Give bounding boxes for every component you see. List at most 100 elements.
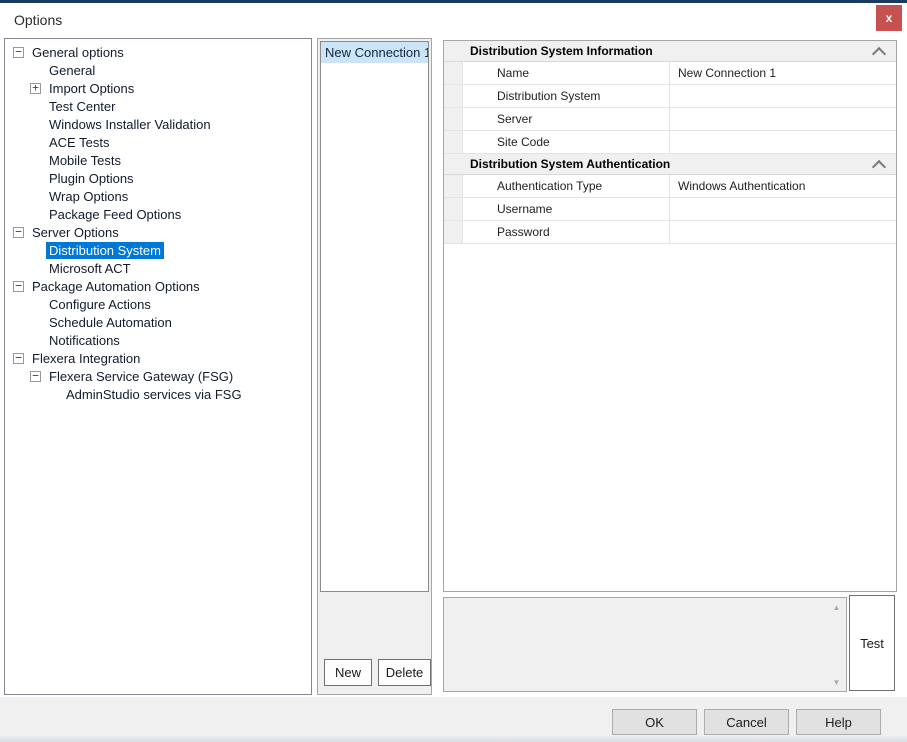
property-row-server: Server bbox=[444, 108, 896, 131]
message-scrollbar[interactable]: ▲ ▼ bbox=[828, 599, 845, 690]
test-result-box: ▲ ▼ bbox=[443, 597, 847, 692]
tree-item-label: Distribution System bbox=[46, 242, 164, 259]
tree-item-label: Import Options bbox=[46, 80, 137, 97]
collapse-box-icon[interactable]: − bbox=[30, 371, 41, 382]
row-margin bbox=[444, 221, 463, 243]
row-margin bbox=[444, 131, 463, 153]
tree-item-package-automation-options[interactable]: −Package Automation Options bbox=[5, 277, 311, 295]
property-row-distribution-system: Distribution System bbox=[444, 85, 896, 108]
window-bottom-edge bbox=[0, 736, 907, 742]
tree-item-distribution-system[interactable]: Distribution System bbox=[5, 241, 311, 259]
property-label: Server bbox=[463, 108, 670, 130]
tree-item-flexera-service-gateway-fsg[interactable]: −Flexera Service Gateway (FSG) bbox=[5, 367, 311, 385]
tree-item-label: Package Automation Options bbox=[29, 278, 203, 295]
tree-item-windows-installer-validation[interactable]: Windows Installer Validation bbox=[5, 115, 311, 133]
property-value-field[interactable] bbox=[670, 85, 896, 107]
property-value-field[interactable] bbox=[670, 131, 896, 153]
connections-panel: New Connection 1 New Delete bbox=[317, 38, 432, 695]
property-label: Site Code bbox=[463, 131, 670, 153]
row-margin bbox=[444, 85, 463, 107]
help-button[interactable]: Help bbox=[796, 709, 881, 735]
test-button[interactable]: Test bbox=[849, 595, 895, 691]
property-label: Name bbox=[463, 62, 670, 84]
row-margin bbox=[444, 175, 463, 197]
tree-item-notifications[interactable]: Notifications bbox=[5, 331, 311, 349]
tree-item-adminstudio-services-via-fsg[interactable]: AdminStudio services via FSG bbox=[5, 385, 311, 403]
options-tree[interactable]: −General optionsGeneral+Import OptionsTe… bbox=[4, 38, 312, 695]
scroll-up-icon[interactable]: ▲ bbox=[828, 599, 845, 615]
section-header-distribution-system-information[interactable]: Distribution System Information bbox=[444, 41, 896, 62]
tree-item-label: General options bbox=[29, 44, 127, 61]
scroll-down-icon[interactable]: ▼ bbox=[828, 674, 845, 690]
tree-item-import-options[interactable]: + Import Options bbox=[5, 79, 311, 97]
collapse-box-icon[interactable]: − bbox=[13, 281, 24, 292]
row-margin bbox=[444, 198, 463, 220]
tree-item-label: Server Options bbox=[29, 224, 122, 241]
tree-item-general-options[interactable]: −General options bbox=[5, 43, 311, 61]
property-value-field[interactable]: Windows Authentication bbox=[670, 175, 896, 197]
property-label: Distribution System bbox=[463, 85, 670, 107]
property-value-field[interactable] bbox=[670, 198, 896, 220]
tree-item-general[interactable]: General bbox=[5, 61, 311, 79]
connection-list-item[interactable]: New Connection 1 bbox=[321, 42, 428, 63]
collapse-box-icon[interactable]: − bbox=[13, 47, 24, 58]
tree-item-server-options[interactable]: −Server Options bbox=[5, 223, 311, 241]
connections-list[interactable]: New Connection 1 bbox=[320, 41, 429, 592]
row-margin bbox=[444, 108, 463, 130]
tree-item-label: Flexera Service Gateway (FSG) bbox=[46, 368, 236, 385]
property-value-field[interactable]: New Connection 1 bbox=[670, 62, 896, 84]
tree-item-test-center[interactable]: Test Center bbox=[5, 97, 311, 115]
property-row-authentication-type: Authentication TypeWindows Authenticatio… bbox=[444, 175, 896, 198]
collapse-box-icon[interactable]: − bbox=[13, 227, 24, 238]
property-row-password: Password bbox=[444, 221, 896, 244]
section-title: Distribution System Information bbox=[444, 44, 653, 58]
tree-item-microsoft-act[interactable]: Microsoft ACT bbox=[5, 259, 311, 277]
property-label: Password bbox=[463, 221, 670, 243]
tree-item-wrap-options[interactable]: Wrap Options bbox=[5, 187, 311, 205]
tree-item-label: Flexera Integration bbox=[29, 350, 143, 367]
row-margin bbox=[444, 62, 463, 84]
tree-item-package-feed-options[interactable]: Package Feed Options bbox=[5, 205, 311, 223]
cancel-button[interactable]: Cancel bbox=[704, 709, 789, 735]
property-value-field[interactable] bbox=[670, 108, 896, 130]
property-value-field[interactable] bbox=[670, 221, 896, 243]
title-bar: Options bbox=[0, 3, 907, 36]
tree-item-mobile-tests[interactable]: Mobile Tests bbox=[5, 151, 311, 169]
tree-item-flexera-integration[interactable]: −Flexera Integration bbox=[5, 349, 311, 367]
tree-item-label: General bbox=[46, 62, 98, 79]
window-title: Options bbox=[14, 12, 62, 28]
new-button[interactable]: New bbox=[324, 659, 372, 686]
collapse-chevron-icon[interactable] bbox=[872, 160, 886, 174]
tree-item-label: Mobile Tests bbox=[46, 152, 124, 169]
tree-item-plugin-options[interactable]: Plugin Options bbox=[5, 169, 311, 187]
expand-box-icon[interactable]: + bbox=[30, 83, 41, 94]
tree-item-label: Schedule Automation bbox=[46, 314, 175, 331]
options-dialog: { "window": { "title": "Options", "close… bbox=[0, 0, 907, 742]
property-label: Username bbox=[463, 198, 670, 220]
tree-item-configure-actions[interactable]: Configure Actions bbox=[5, 295, 311, 313]
tree-item-schedule-automation[interactable]: Schedule Automation bbox=[5, 313, 311, 331]
close-icon: x bbox=[886, 12, 893, 24]
section-header-distribution-system-authentication[interactable]: Distribution System Authentication bbox=[444, 154, 896, 175]
collapse-box-icon[interactable]: − bbox=[13, 353, 24, 364]
tree-item-ace-tests[interactable]: ACE Tests bbox=[5, 133, 311, 151]
property-grid: Distribution System Information NameNew C… bbox=[443, 40, 897, 592]
tree-item-label: Microsoft ACT bbox=[46, 260, 134, 277]
tree-item-label: Plugin Options bbox=[46, 170, 137, 187]
property-row-site-code: Site Code bbox=[444, 131, 896, 154]
ok-button[interactable]: OK bbox=[612, 709, 697, 735]
delete-button[interactable]: Delete bbox=[378, 659, 431, 686]
property-row-name: NameNew Connection 1 bbox=[444, 62, 896, 85]
tree-item-label: Configure Actions bbox=[46, 296, 154, 313]
close-button[interactable]: x bbox=[876, 5, 902, 31]
tree-item-label: Test Center bbox=[46, 98, 118, 115]
tree-item-label: Wrap Options bbox=[46, 188, 131, 205]
property-label: Authentication Type bbox=[463, 175, 670, 197]
tree-item-label: Windows Installer Validation bbox=[46, 116, 214, 133]
collapse-chevron-icon[interactable] bbox=[872, 47, 886, 61]
tree-item-label: ACE Tests bbox=[46, 134, 112, 151]
property-row-username: Username bbox=[444, 198, 896, 221]
tree-item-label: AdminStudio services via FSG bbox=[63, 386, 245, 403]
section-title: Distribution System Authentication bbox=[444, 157, 670, 171]
tree-item-label: Package Feed Options bbox=[46, 206, 184, 223]
